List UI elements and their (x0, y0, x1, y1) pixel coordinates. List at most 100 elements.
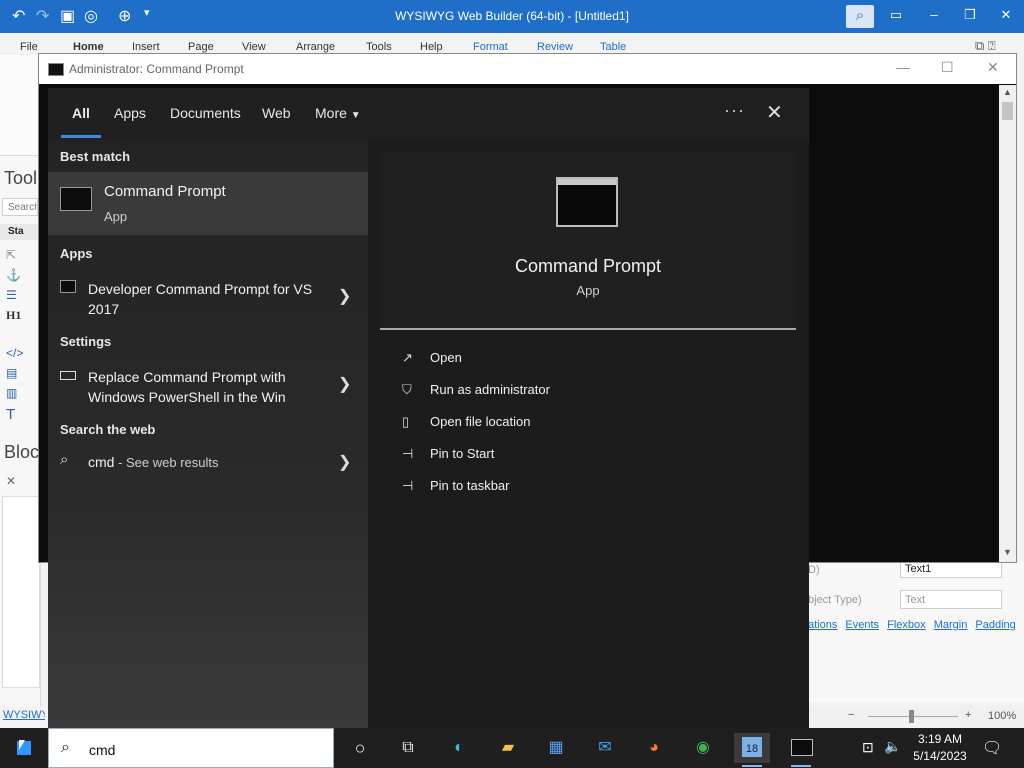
wysiwyg-app-icon[interactable]: 18 (734, 733, 770, 767)
ribbon-options-icon[interactable]: ⧉ ⍰ (975, 38, 996, 54)
link-margin[interactable]: Margin (934, 619, 968, 631)
taskbar: ⌕ ○ ⧉ ◐ ▰ ▦ ✉ ◕ ◉ 18 ⊡ 🔈 3:19 AM 5/14/20… (0, 728, 1024, 768)
cmd-taskbar-icon[interactable] (783, 733, 819, 767)
action-pin-to-taskbar[interactable]: ⊣ Pin to taskbar (402, 478, 510, 494)
zoom-out-icon[interactable]: − (848, 709, 854, 721)
tab-tools[interactable]: Tools (366, 41, 392, 53)
toolbox-section[interactable]: Sta (0, 224, 40, 240)
tab-web[interactable]: Web (262, 105, 291, 121)
anchor-icon[interactable]: ⚓ (6, 268, 21, 282)
cmd-close-icon[interactable]: ✕ (987, 59, 999, 76)
close-icon[interactable]: ✕ (996, 7, 1016, 23)
heading-icon[interactable]: H1 (6, 308, 21, 323)
command-prompt-large-icon (556, 177, 618, 227)
ribbon-display-icon[interactable]: ▭ (886, 7, 906, 23)
app-result-item[interactable]: Developer Command Prompt for VS 2017 ❯ (48, 266, 368, 320)
task-view-icon[interactable]: ⧉ (390, 733, 426, 763)
cmd-maximize-icon[interactable]: ☐ (941, 59, 954, 76)
app-titlebar: ↶ ↷ ▣ ◎ ⊕ ▾ WYSIWYG Web Builder (64-bit)… (0, 0, 1024, 33)
tab-help[interactable]: Help (420, 41, 443, 53)
tab-arrange[interactable]: Arrange (296, 41, 335, 53)
action-open-file-location[interactable]: ▯ Open file location (402, 414, 530, 430)
status-link[interactable]: WYSIWYG (3, 709, 45, 721)
file-explorer-icon[interactable]: ▰ (490, 733, 526, 763)
mouse-cursor (19, 740, 25, 750)
list-icon[interactable]: ☰ (6, 288, 17, 302)
cmd-title: Administrator: Command Prompt (69, 62, 244, 76)
settings-result-item[interactable]: Replace Command Prompt with Windows Powe… (48, 354, 368, 408)
chevron-right-icon[interactable]: ❯ (338, 374, 351, 394)
restore-icon[interactable]: ❐ (960, 7, 980, 23)
clock-date[interactable]: 5/14/2023 (905, 749, 975, 763)
form-icon[interactable]: ▤ (6, 366, 17, 380)
cmd-minimize-icon[interactable]: — (896, 59, 910, 75)
tab-home[interactable]: Home (73, 41, 104, 53)
chevron-down-icon: ▼ (350, 110, 361, 121)
firefox-icon[interactable]: ◕ (636, 733, 672, 763)
volume-icon[interactable]: 🔈 (884, 738, 901, 755)
preview-pane: Command Prompt App ↗ Open ⛉ Run as adminis… (380, 152, 796, 728)
tab-review[interactable]: Review (537, 41, 573, 53)
tab-more[interactable]: More ▼ (315, 105, 361, 121)
tab-file[interactable]: File (20, 41, 38, 53)
tab-apps[interactable]: Apps (114, 105, 146, 121)
tab-page[interactable]: Page (188, 41, 214, 53)
section-apps: Apps (60, 246, 93, 261)
clock-time[interactable]: 3:19 AM (910, 732, 970, 746)
notifications-icon[interactable]: 🗨 (982, 738, 1002, 758)
start-button[interactable] (0, 728, 48, 768)
tab-documents[interactable]: Documents (170, 105, 241, 121)
cortana-icon[interactable]: ○ (342, 733, 378, 763)
chevron-right-icon[interactable]: ❯ (338, 452, 351, 472)
pointer-icon[interactable]: ⇱ (6, 248, 16, 262)
html-icon[interactable]: </> (6, 346, 23, 360)
tab-table[interactable]: Table (600, 41, 626, 53)
network-icon[interactable]: ⊡ (862, 739, 874, 756)
prop-id-label: D) (808, 564, 820, 576)
web-result-item[interactable]: ⌕ cmd - See web results ❯ (48, 440, 368, 480)
action-open-label: Open (430, 350, 462, 365)
scroll-up-icon[interactable]: ▲ (1003, 87, 1012, 97)
toolbox-search[interactable]: Search (2, 198, 38, 216)
more-options-icon[interactable]: ··· (724, 100, 745, 121)
preview-subtitle: App (576, 283, 600, 298)
scroll-thumb[interactable] (1002, 102, 1013, 120)
dev-prompt-icon (60, 280, 76, 293)
action-run-as-admin[interactable]: ⛉ Run as administrator (402, 382, 550, 398)
edge-icon[interactable]: ◐ (441, 733, 477, 763)
link-flexbox[interactable]: Flexbox (887, 619, 926, 631)
mail-icon[interactable]: ✉ (587, 733, 623, 763)
close-panel-icon[interactable]: ✕ (6, 474, 16, 488)
tab-all[interactable]: All (72, 105, 90, 121)
flyout-close-icon[interactable]: ✕ (766, 100, 783, 125)
folder-icon: ▯ (402, 414, 410, 429)
cmd-titlebar[interactable]: Administrator: Command Prompt — ☐ ✕ (39, 54, 1016, 84)
taskbar-search-box[interactable]: ⌕ (48, 728, 334, 768)
zoom-in-icon[interactable]: + (965, 709, 971, 721)
link-events[interactable]: Events (845, 619, 879, 631)
action-open[interactable]: ↗ Open (402, 350, 462, 366)
search-icon: ⌕ (61, 739, 70, 756)
link-padding[interactable]: Padding (975, 619, 1015, 631)
taskbar-search-input[interactable] (87, 739, 321, 761)
open-icon: ↗ (402, 350, 413, 365)
link-animations[interactable]: ations (808, 619, 837, 631)
prop-type-field[interactable]: Text (900, 590, 1002, 609)
text-icon[interactable]: T (6, 406, 15, 423)
chevron-right-icon[interactable]: ❯ (338, 286, 351, 306)
tab-format[interactable]: Format (473, 41, 508, 53)
search-flyout: All Apps Documents Web More ▼ ··· ✕ Best… (48, 88, 809, 728)
chrome-icon[interactable]: ◉ (685, 733, 721, 763)
store-icon[interactable]: ▦ (538, 733, 574, 763)
zoom-thumb[interactable] (909, 710, 914, 723)
app-search-button[interactable]: ⌕ (846, 5, 874, 28)
best-match-item[interactable]: Command Prompt App (48, 172, 368, 235)
minimize-icon[interactable]: – (924, 7, 944, 22)
property-links: ations Events Flexbox Margin Padding (808, 619, 1021, 631)
tab-view[interactable]: View (242, 41, 266, 53)
cmd-scrollbar[interactable]: ▲ ▼ (999, 85, 1016, 562)
action-pin-to-start[interactable]: ⊣ Pin to Start (402, 446, 494, 462)
scroll-down-icon[interactable]: ▼ (1003, 547, 1012, 557)
layout-icon[interactable]: ▥ (6, 386, 17, 400)
tab-insert[interactable]: Insert (132, 41, 160, 53)
